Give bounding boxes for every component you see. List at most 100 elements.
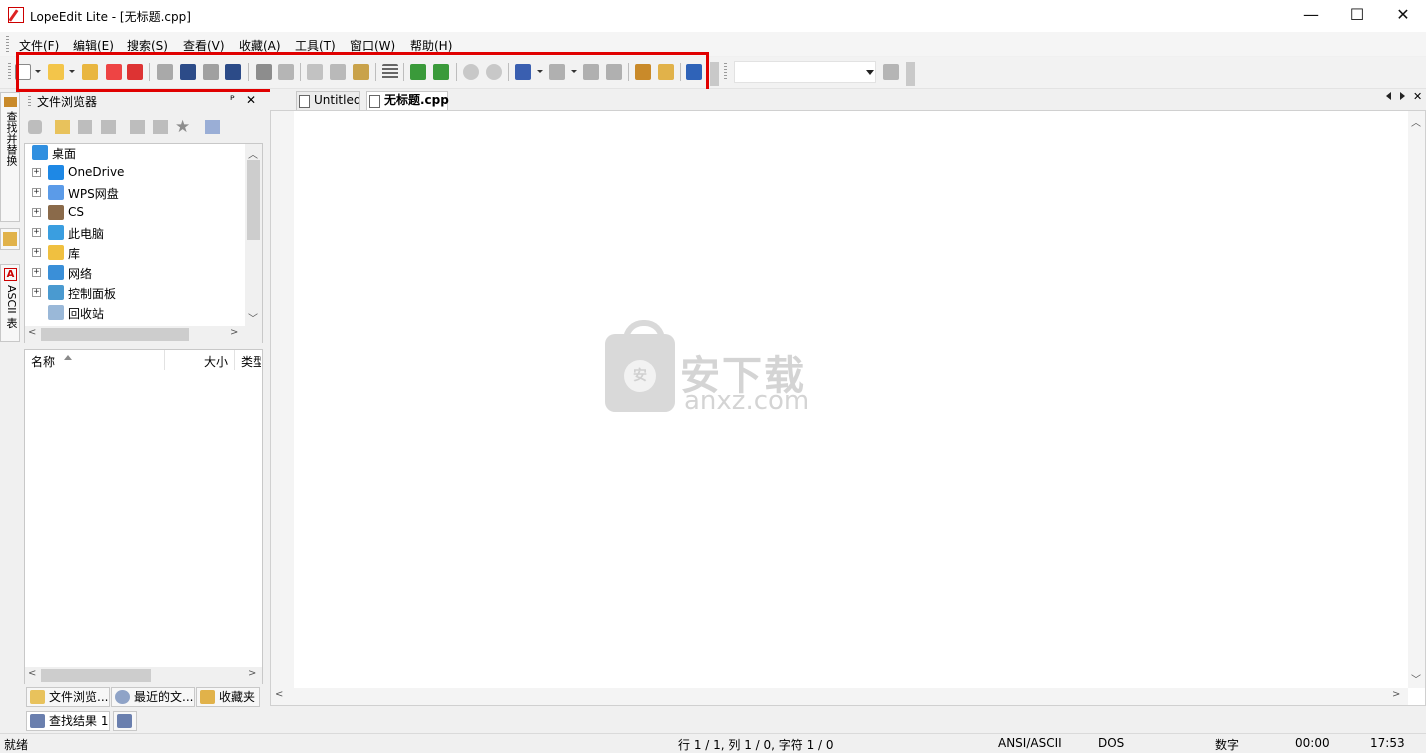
status-line-endings[interactable]: DOS [1098, 736, 1124, 750]
column-divider[interactable] [164, 350, 165, 370]
recycle-bin-icon [48, 305, 64, 320]
tree-item-label: 控制面板 [68, 287, 117, 301]
text-editor[interactable] [270, 110, 1426, 706]
scroll-left-icon[interactable]: < [28, 327, 36, 338]
title-bar [0, 0, 1426, 32]
scrollbar-thumb[interactable] [41, 669, 151, 682]
minimize-button[interactable]: — [1288, 0, 1334, 32]
toolbar-combo[interactable] [734, 61, 876, 83]
document-icon [369, 95, 380, 108]
menu-grip[interactable] [6, 36, 9, 52]
tree-vertical-scrollbar[interactable]: ︿ ﹀ [245, 144, 262, 326]
editor-tab-active[interactable]: 无标题.cpp [366, 91, 449, 110]
list-horizontal-scrollbar[interactable]: < > [25, 667, 262, 684]
toolbar-overflow-chevron[interactable] [710, 62, 719, 86]
find-replace-tab-icon [4, 97, 17, 107]
tab-scroll-right-icon[interactable] [1400, 92, 1405, 100]
tab-recent-files[interactable]: 最近的文... [111, 687, 195, 707]
tab-output[interactable] [113, 711, 137, 731]
expand-toggle[interactable]: + [32, 288, 41, 297]
combo-dropdown-icon[interactable] [866, 70, 874, 75]
back-icon[interactable] [28, 120, 42, 134]
column-header-type[interactable]: 类型 [241, 353, 261, 370]
maximize-button[interactable]: ☐ [1334, 0, 1380, 32]
expand-toggle[interactable]: + [32, 208, 41, 217]
scroll-right-icon[interactable]: > [248, 668, 256, 679]
tree-item-label: 桌面 [52, 147, 77, 161]
tree-item[interactable]: + 网络 [26, 263, 246, 283]
window-title: LopeEdit Lite - [无标题.cpp] [30, 10, 191, 24]
expand-toggle[interactable]: + [32, 188, 41, 197]
expand-toggle[interactable]: + [32, 228, 41, 237]
scroll-left-icon[interactable]: < [28, 668, 36, 679]
tree-item[interactable]: 回收站 [26, 303, 246, 323]
tree-item-label: 回收站 [68, 307, 105, 321]
recent-tab-icon [115, 690, 130, 704]
tree-item[interactable]: + OneDrive [26, 163, 246, 183]
status-clock: 17:53 [1370, 736, 1405, 750]
properties-icon[interactable] [205, 120, 220, 134]
scroll-right-icon[interactable]: > [230, 327, 238, 338]
tab-find-results[interactable]: 查找结果 1 [26, 711, 110, 731]
scroll-left-icon[interactable]: < [275, 689, 283, 700]
column-header-name[interactable]: 名称 [31, 353, 55, 370]
tab-label: 收藏夹 [219, 690, 256, 704]
side-tab-ascii[interactable]: A ASCII 表 [0, 264, 20, 342]
pin-button[interactable]: ᴾ [230, 93, 235, 107]
tab-label: Untitled [314, 93, 360, 107]
scrollbar-thumb[interactable] [247, 160, 260, 240]
tree-item[interactable]: + 控制面板 [26, 283, 246, 303]
column-divider[interactable] [234, 350, 235, 370]
expand-toggle[interactable]: + [32, 248, 41, 257]
tree-item[interactable]: + 库 [26, 243, 246, 263]
scroll-down-icon[interactable]: ﹀ [248, 310, 258, 325]
tree-item[interactable]: + CS [26, 203, 246, 223]
scroll-up-icon[interactable]: ︿ [248, 146, 258, 161]
toolbar-highlight-box [16, 52, 709, 92]
folder-icon[interactable] [55, 120, 70, 134]
tab-file-browser[interactable]: 文件浏览... [26, 687, 110, 707]
tab-scroll-left-icon[interactable] [1386, 92, 1391, 100]
editor-tab-untitled[interactable]: Untitled [296, 91, 360, 110]
panel-close-button[interactable]: ✕ [246, 93, 256, 107]
app-icon [8, 7, 24, 23]
computer-icon [48, 225, 64, 240]
tree-item-label: OneDrive [68, 165, 125, 179]
toolbar2-overflow-chevron[interactable] [906, 62, 915, 86]
side-tab-favorites[interactable] [0, 228, 20, 250]
toolbar2-grip[interactable] [724, 63, 727, 81]
star-icon[interactable]: ★ [175, 117, 190, 137]
close-window-button[interactable]: ✕ [1380, 0, 1426, 32]
tree-horizontal-scrollbar[interactable]: < > [25, 326, 262, 343]
tab-label: 无标题.cpp [384, 93, 449, 107]
scroll-down-icon[interactable]: ﹀ [1411, 671, 1421, 686]
tree-item[interactable]: + 此电脑 [26, 223, 246, 243]
side-tab-find-replace[interactable]: 查找并替换 [0, 92, 20, 222]
tree-item[interactable]: + WPS网盘 [26, 183, 246, 203]
panel-grip[interactable] [28, 96, 31, 106]
new-folder-icon[interactable] [153, 120, 168, 134]
column-header-size[interactable]: 大小 [204, 353, 228, 370]
tree-item[interactable]: 桌面 [26, 143, 246, 163]
scrollbar-thumb[interactable] [41, 328, 189, 341]
tab-favorites[interactable]: 收藏夹 [196, 687, 260, 707]
tab-label: 查找结果 1 [49, 714, 109, 728]
status-numlock: 数字 [1215, 738, 1240, 752]
editor-close-icon[interactable]: ✕ [1413, 90, 1422, 103]
editor-vertical-scrollbar[interactable]: ︿ ﹀ [1408, 111, 1425, 688]
filter-icon[interactable] [78, 120, 92, 134]
toolbar-grip[interactable] [8, 63, 11, 81]
ascii-tab-icon: A [4, 268, 17, 281]
go-icon[interactable] [883, 64, 899, 80]
editor-horizontal-scrollbar[interactable]: < > [271, 688, 1408, 705]
scroll-up-icon[interactable]: ︿ [1411, 114, 1421, 129]
favorites-tab-icon [3, 232, 17, 246]
up-folder-icon[interactable] [130, 120, 145, 134]
file-list[interactable] [24, 349, 263, 684]
refresh-icon[interactable] [101, 120, 116, 134]
status-encoding[interactable]: ANSI/ASCII [998, 736, 1062, 750]
expand-toggle[interactable]: + [32, 168, 41, 177]
desktop-icon [32, 145, 48, 160]
expand-toggle[interactable]: + [32, 268, 41, 277]
scroll-right-icon[interactable]: > [1392, 689, 1400, 700]
